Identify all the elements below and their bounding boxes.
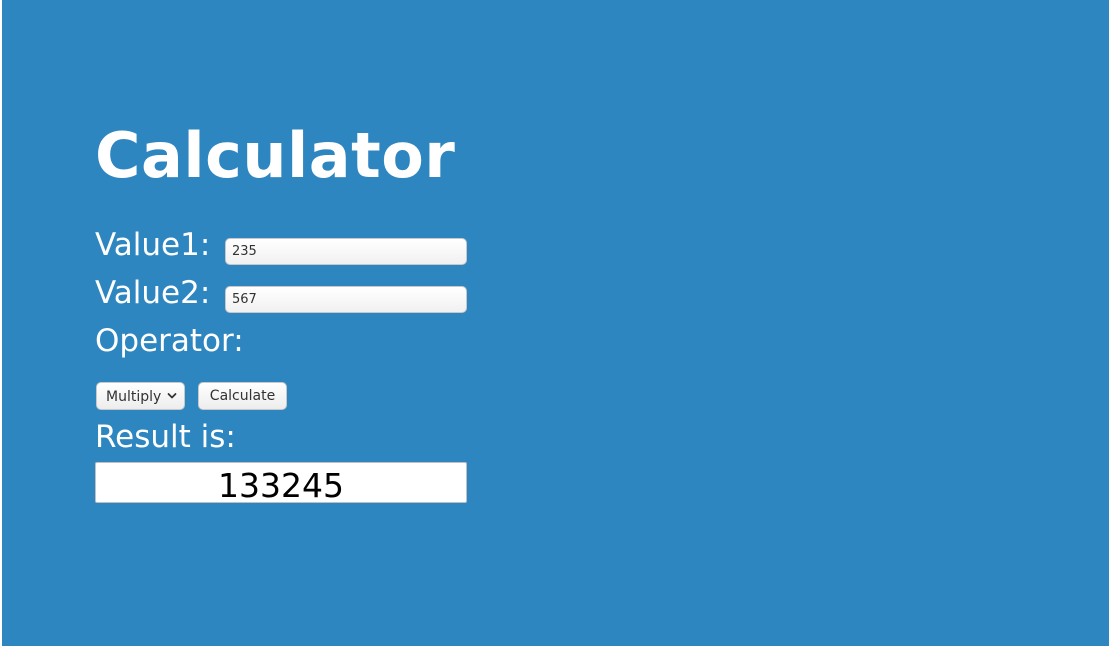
operator-select[interactable]: Multiply xyxy=(96,382,185,410)
value1-label: Value1: xyxy=(95,227,211,263)
value1-input[interactable] xyxy=(225,238,467,265)
operator-label: Operator: xyxy=(95,323,244,359)
page-title: Calculator xyxy=(95,119,456,192)
chevron-down-icon xyxy=(167,393,177,399)
value2-label: Value2: xyxy=(95,275,211,311)
calculate-button[interactable]: Calculate xyxy=(198,382,287,410)
value2-input[interactable] xyxy=(225,286,467,313)
operator-selected-value: Multiply xyxy=(106,389,162,405)
calculator-page: Calculator Value1: Value2: Operator: Mul… xyxy=(2,0,1109,646)
result-label: Result is: xyxy=(95,419,236,455)
result-display: 133245 xyxy=(95,462,467,503)
